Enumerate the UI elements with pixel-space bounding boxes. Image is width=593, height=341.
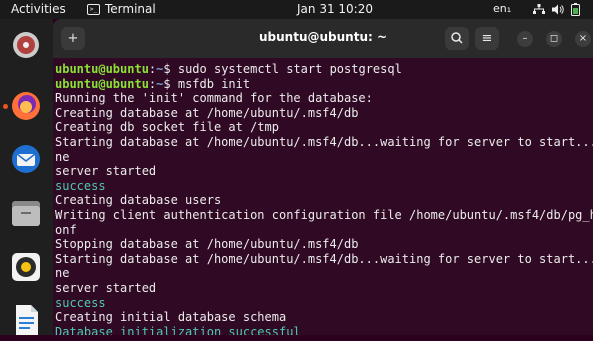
input-language-indicator[interactable]: en₁	[493, 2, 511, 15]
output-line: Creating database users	[55, 193, 222, 208]
hamburger-icon: ≡	[481, 31, 493, 46]
files-icon[interactable]	[9, 196, 43, 230]
output-line: Running the 'init' command for the datab…	[55, 91, 373, 106]
close-button[interactable]: ×	[575, 31, 591, 47]
output-line: Creating initial database schema	[55, 310, 287, 325]
search-icon	[451, 32, 463, 44]
activities-button[interactable]: Activities	[11, 2, 66, 16]
firefox-icon[interactable]	[9, 89, 43, 123]
title-bar[interactable]: + ubuntu@ubuntu: ~ ≡ – ◻ ×	[53, 19, 593, 58]
app-name: Terminal	[105, 2, 156, 16]
disk-utility-icon[interactable]	[9, 28, 43, 62]
prompt-user: ubuntu@ubuntu	[55, 62, 149, 76]
terminal-window: + ubuntu@ubuntu: ~ ≡ – ◻ × ubuntu@ubuntu…	[53, 19, 593, 335]
battery-icon	[571, 3, 580, 19]
search-button[interactable]	[445, 27, 469, 50]
thunderbird-icon[interactable]	[9, 142, 43, 176]
output-line: Database initialization successful	[55, 324, 301, 335]
command-text: sudo systemctl start postgresql	[170, 62, 402, 76]
output-line: Creating database at /home/ubuntu/.msf4/…	[55, 105, 359, 120]
menu-button[interactable]: ≡	[475, 27, 499, 50]
output-line: server started	[55, 164, 157, 179]
top-bar: Activities >_ Terminal Jan 31 10:20 en₁	[0, 0, 593, 19]
output-line: Stopping database at /home/ubuntu/.msf4/…	[55, 237, 359, 252]
maximize-icon: ◻	[549, 33, 559, 44]
output-line: ne	[55, 266, 70, 281]
minimize-icon: –	[522, 33, 528, 44]
close-icon: ×	[578, 33, 588, 44]
prompt-user: ubuntu@ubuntu	[55, 76, 149, 91]
system-tray[interactable]	[533, 3, 580, 19]
libreoffice-writer-icon[interactable]	[9, 303, 43, 337]
success-line: success	[55, 178, 106, 193]
window-title: ubuntu@ubuntu: ~	[258, 30, 388, 44]
app-menu[interactable]: >_ Terminal	[87, 2, 156, 16]
clock[interactable]: Jan 31 10:20	[297, 2, 373, 16]
terminal-icon: >_	[87, 3, 100, 15]
command-text: msfdb init	[170, 76, 251, 91]
rhythmbox-icon[interactable]	[9, 250, 43, 284]
output-line: ne	[55, 149, 70, 164]
output-line: Creating db socket file at /tmp	[55, 120, 279, 135]
output-line: Starting database at /home/ubuntu/.msf4/…	[55, 251, 593, 266]
maximize-button[interactable]: ◻	[546, 31, 562, 47]
network-icon	[533, 4, 545, 18]
terminal-output[interactable]: ubuntu@ubuntu:~$ sudo systemctl start po…	[55, 62, 593, 335]
dock	[0, 19, 53, 335]
output-line: onf	[55, 222, 77, 237]
command-line-2: ubuntu@ubuntu:~$ msfdb init	[55, 76, 251, 91]
minimize-button[interactable]: –	[517, 31, 533, 47]
command-line-1: ubuntu@ubuntu:~$ sudo systemctl start po…	[55, 62, 402, 76]
running-indicator	[3, 104, 8, 109]
output-line: Starting database at /home/ubuntu/.msf4/…	[55, 134, 593, 149]
volume-icon	[552, 4, 564, 18]
output-line: Writing client authentication configurat…	[55, 207, 593, 222]
output-line: server started	[55, 280, 157, 295]
success-line: success	[55, 295, 106, 310]
